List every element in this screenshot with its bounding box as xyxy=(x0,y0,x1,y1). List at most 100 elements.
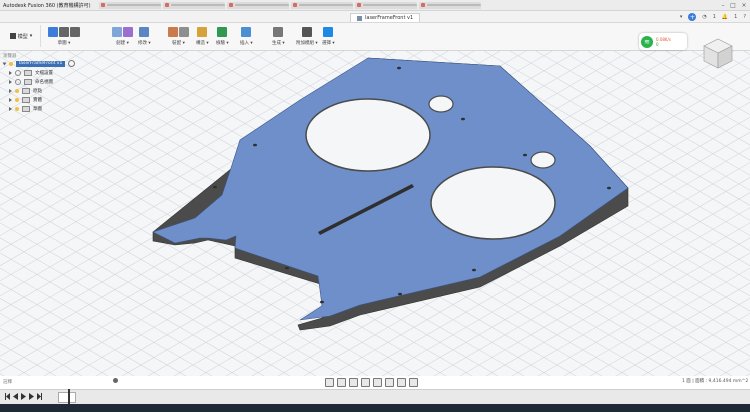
modify-icon[interactable] xyxy=(139,27,150,37)
toolbar-group-label[interactable]: 草圖 ▾ xyxy=(58,40,71,46)
toolbar-group-label[interactable]: 附加模組 ▾ xyxy=(296,40,318,46)
visibility-bulb-icon[interactable] xyxy=(15,88,19,93)
image-insert-icon[interactable] xyxy=(241,27,252,37)
measure-icon[interactable] xyxy=(217,27,228,37)
toolbar-group-label[interactable]: 選擇 ▾ xyxy=(322,40,335,46)
go-to-end-icon[interactable] xyxy=(37,393,42,400)
notification-icon[interactable]: 🔔 xyxy=(722,14,728,20)
play-icon[interactable] xyxy=(21,393,26,400)
maximize-icon[interactable]: □ xyxy=(728,1,738,9)
close-icon[interactable]: × xyxy=(739,1,749,9)
toolbar-group-6[interactable]: 插入 ▾ xyxy=(240,25,253,46)
toolbar-group-label[interactable]: 插入 ▾ xyxy=(240,40,253,46)
step-forward-icon[interactable] xyxy=(29,393,34,400)
chevron-down-icon: ▾ xyxy=(29,33,33,39)
visibility-bulb-icon[interactable] xyxy=(9,61,13,66)
step-back-icon[interactable] xyxy=(13,393,18,400)
look-at-icon[interactable] xyxy=(337,378,346,387)
view-cube[interactable] xyxy=(700,35,736,71)
joint-icon[interactable] xyxy=(179,27,189,37)
comments-toggle-icon[interactable] xyxy=(113,378,118,383)
grid-icon[interactable] xyxy=(123,27,133,37)
browser-tab[interactable] xyxy=(290,1,353,9)
toolbar-group-3[interactable]: 裝配 ▾ xyxy=(168,25,189,46)
browser-tab[interactable] xyxy=(418,1,481,9)
expand-icon[interactable] xyxy=(2,62,7,65)
sketch-icon[interactable] xyxy=(48,27,58,37)
notification-count: 1 xyxy=(734,14,738,20)
job-count: 1 xyxy=(712,14,716,20)
browser-tab[interactable] xyxy=(162,1,225,9)
grid-settings-icon[interactable] xyxy=(397,378,406,387)
folder-icon xyxy=(24,69,32,76)
display-settings-icon[interactable] xyxy=(385,378,394,387)
radio-icon[interactable] xyxy=(68,60,76,67)
toolbar-group-label[interactable]: 裝配 ▾ xyxy=(172,40,185,46)
toolbar-group-label[interactable]: 構造 ▾ xyxy=(196,40,209,46)
minimize-icon[interactable]: – xyxy=(718,1,728,9)
tab-list-icon[interactable]: ▾ xyxy=(680,14,683,20)
job-status-icon[interactable]: ◔ xyxy=(702,14,706,20)
orbit-icon[interactable] xyxy=(325,378,334,387)
component-icon xyxy=(357,15,362,21)
make-icon[interactable] xyxy=(273,27,284,37)
toolbar-group-4[interactable]: 構造 ▾ xyxy=(196,25,209,46)
expand-icon[interactable] xyxy=(9,97,12,102)
tree-item-label: 原點 xyxy=(33,88,42,94)
wifi-icon: ≋ xyxy=(641,35,653,48)
timeline-marker[interactable] xyxy=(68,389,70,404)
plane-icon[interactable] xyxy=(197,27,208,37)
toolbar-group-label[interactable]: 創建 ▾ xyxy=(116,40,129,46)
tree-item[interactable]: 草圖 xyxy=(9,104,103,113)
workspace-switcher[interactable]: 模型 ▾ xyxy=(2,25,41,47)
new-tab-button[interactable]: + xyxy=(688,13,697,21)
toolbar-group-7[interactable]: 生成 ▾ xyxy=(272,25,285,46)
tree-item[interactable]: 命名視圖 xyxy=(9,77,103,86)
favicon-icon xyxy=(228,3,233,7)
folder-icon xyxy=(22,87,30,94)
tree-item[interactable]: 原點 xyxy=(9,86,103,95)
toolbar-group-9[interactable]: 選擇 ▾ xyxy=(322,25,335,46)
timeline-feature-sketch[interactable] xyxy=(58,392,76,403)
browser-tab[interactable] xyxy=(98,1,161,9)
expand-icon[interactable] xyxy=(9,70,12,75)
favicon-icon xyxy=(420,3,425,7)
timeline-controls xyxy=(5,393,42,400)
document-tab-label: laserFrameFront v1 xyxy=(365,15,414,21)
undo-icon[interactable] xyxy=(59,27,69,37)
selection-status: 1 面 | 面積 : 9,416.494 mm^2 xyxy=(682,379,749,384)
viewports-icon[interactable] xyxy=(409,378,418,387)
toolbar-group-label[interactable]: 生成 ▾ xyxy=(272,40,285,46)
document-tab[interactable]: laserFrameFront v1 xyxy=(350,13,421,22)
pan-icon[interactable] xyxy=(349,378,358,387)
tree-item[interactable]: 文檔設置 xyxy=(9,68,103,77)
toolbar-group-label[interactable]: 修改 ▾ xyxy=(138,40,151,46)
expand-icon[interactable] xyxy=(9,106,12,111)
expand-icon[interactable] xyxy=(9,88,12,93)
canvas-viewport[interactable] xyxy=(0,51,750,376)
visibility-bulb-icon[interactable] xyxy=(15,106,19,111)
select-icon[interactable] xyxy=(323,27,334,37)
redo-icon[interactable] xyxy=(70,27,80,37)
toolbar-group-label[interactable]: 檢驗 ▾ xyxy=(216,40,229,46)
toolbar-group-0[interactable]: 草圖 ▾ xyxy=(48,25,80,46)
toolbar-group-5[interactable]: 檢驗 ▾ xyxy=(216,25,229,46)
toolbar-group-1[interactable]: 創建 ▾ xyxy=(112,25,133,46)
workspace-label: 模型 xyxy=(17,33,28,40)
browser-tab[interactable] xyxy=(226,1,289,9)
addins-icon[interactable] xyxy=(301,27,312,37)
expand-icon[interactable] xyxy=(9,79,12,84)
tree-item[interactable]: 實體 xyxy=(9,95,103,104)
zoom-icon[interactable] xyxy=(361,378,370,387)
browser-tab[interactable] xyxy=(354,1,417,9)
tree-root[interactable]: laserFrameFront v1 xyxy=(2,59,103,68)
tree-item-label: 草圖 xyxy=(33,106,42,112)
box-icon[interactable] xyxy=(112,27,122,37)
toolbar-group-8[interactable]: 附加模組 ▾ xyxy=(296,25,318,46)
go-to-start-icon[interactable] xyxy=(5,393,10,400)
visibility-bulb-icon[interactable] xyxy=(15,97,19,102)
help-icon[interactable]: ? xyxy=(743,14,746,20)
assemble-icon[interactable] xyxy=(168,27,178,37)
fit-icon[interactable] xyxy=(373,378,382,387)
toolbar-group-2[interactable]: 修改 ▾ xyxy=(138,25,151,46)
